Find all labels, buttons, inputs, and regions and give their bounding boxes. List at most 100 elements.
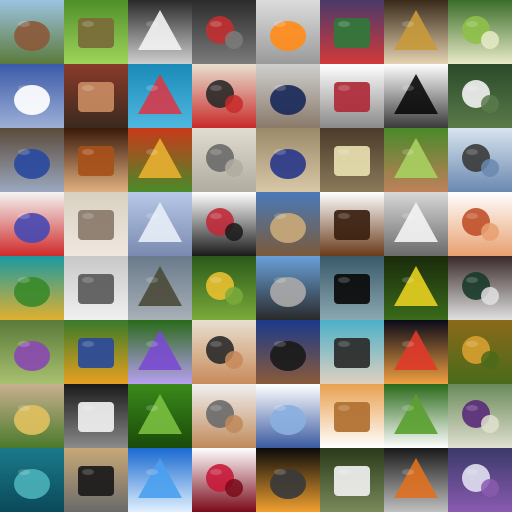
wrist-watch-image	[320, 64, 384, 128]
photo-tile-fire-pot	[384, 448, 448, 512]
photo-tile-laser-printer	[192, 128, 256, 192]
photo-tile-jeep	[448, 256, 512, 320]
photo-tile-desktop-computer	[192, 192, 256, 256]
photo-tile-pussy-willow	[320, 128, 384, 192]
fruit-market-image	[128, 128, 192, 192]
photo-tile-blue-cups	[0, 128, 64, 192]
photo-tile-trackball-mouse	[256, 256, 320, 320]
photo-tile-two-people	[256, 128, 320, 192]
horn-players-image	[384, 0, 448, 64]
photo-tile-woman-portrait	[64, 64, 128, 128]
hand-tools-image	[320, 384, 384, 448]
trackball-mouse-image	[256, 256, 320, 320]
coffee-beans-image	[320, 192, 384, 256]
photo-tile-green-leaves	[384, 384, 448, 448]
photo-tile-hand-tools	[320, 384, 384, 448]
photo-tile-kitchen-microwave	[384, 192, 448, 256]
cash-register-image	[192, 384, 256, 448]
guitar-tiles-image	[320, 320, 384, 384]
green-vine-image	[0, 256, 64, 320]
snowdrops-image	[320, 448, 384, 512]
child-park-image	[64, 320, 128, 384]
photo-tile-child-park	[64, 320, 128, 384]
photo-tile-fruit-market	[128, 128, 192, 192]
photo-tile-lynx	[64, 192, 128, 256]
laser-printer-image	[192, 128, 256, 192]
woman-portrait-image	[64, 64, 128, 128]
photo-tile-mop-bucket	[0, 192, 64, 256]
photo-tile-wok-fire	[256, 448, 320, 512]
photo-tile-shark	[128, 448, 192, 512]
photo-tile-cook-kitchen	[192, 320, 256, 384]
photo-tile-tools-case	[192, 0, 256, 64]
photo-tile-mushroom-garden	[448, 448, 512, 512]
yellow-flower-image	[384, 256, 448, 320]
photo-tile-white-flowers	[0, 64, 64, 128]
photo-tile-woman-cart	[448, 384, 512, 448]
photo-tile-grass-stems	[128, 384, 192, 448]
photo-tile-yellow-fruit	[192, 256, 256, 320]
photo-tile-tropical-plant	[448, 0, 512, 64]
pagoda-hut-image	[0, 0, 64, 64]
photo-tile-red-bassinet	[192, 448, 256, 512]
photo-tile-soap-bubbles	[256, 384, 320, 448]
photo-tile-tank-cannon	[128, 256, 192, 320]
photo-tile-tall-ship	[448, 128, 512, 192]
tropical-plant-image	[448, 0, 512, 64]
photo-tile-wall-clock	[64, 384, 128, 448]
hoop-skirt-image	[128, 0, 192, 64]
blue-cups-image	[0, 128, 64, 192]
fire-pot-image	[384, 448, 448, 512]
jellyfish-image	[384, 320, 448, 384]
red-bassinet-image	[192, 448, 256, 512]
photo-tile-iris	[128, 320, 192, 384]
photo-tile-cage-fan	[192, 64, 256, 128]
white-flowers-image	[0, 64, 64, 128]
motorcycle-rider-image	[64, 448, 128, 512]
photo-tile-coral-reef	[0, 448, 64, 512]
mop-bucket-image	[0, 192, 64, 256]
wall-clock-image	[64, 384, 128, 448]
photo-tile-hoop-skirt	[128, 0, 192, 64]
photo-tile-flat-tv	[384, 64, 448, 128]
iris-image	[128, 320, 192, 384]
pussy-willow-image	[320, 128, 384, 192]
photo-tile-horn-players	[384, 0, 448, 64]
coral-reef-image	[0, 448, 64, 512]
photo-tile-autumn-leaves	[448, 320, 512, 384]
mushroom-garden-image	[448, 448, 512, 512]
kitchen-microwave-image	[384, 192, 448, 256]
photo-tile-lychee	[448, 192, 512, 256]
purple-blossom-image	[0, 320, 64, 384]
man-doorway-image	[256, 64, 320, 128]
tools-case-image	[192, 0, 256, 64]
woman-cart-image	[448, 384, 512, 448]
photo-tile-red-egg	[128, 64, 192, 128]
grand-piano-image	[320, 256, 384, 320]
photo-tile-purple-blossom	[0, 320, 64, 384]
photo-tile-microwave	[256, 0, 320, 64]
photo-tile-flat-iron	[64, 128, 128, 192]
photo-tile-blue-bag	[128, 192, 192, 256]
grass-stems-image	[128, 384, 192, 448]
flat-iron-image	[64, 128, 128, 192]
wood-fence-image	[256, 192, 320, 256]
photo-tile-green-vine	[0, 256, 64, 320]
envelope-gift-image	[320, 0, 384, 64]
photo-tile-hands-vegetable	[384, 128, 448, 192]
quiche-image	[0, 384, 64, 448]
photo-tile-yellow-flower	[384, 256, 448, 320]
photo-tile-envelope-gift	[320, 0, 384, 64]
butterfly-image	[64, 0, 128, 64]
tall-ship-image	[448, 128, 512, 192]
photo-tile-spider-lily	[448, 64, 512, 128]
jeep-image	[448, 256, 512, 320]
farm-house-image	[64, 256, 128, 320]
microwave-image	[256, 0, 320, 64]
flat-tv-image	[384, 64, 448, 128]
photo-tile-motorcycle-rider	[64, 448, 128, 512]
wok-fire-image	[256, 448, 320, 512]
desktop-computer-image	[192, 192, 256, 256]
photo-tile-cash-register	[192, 384, 256, 448]
photo-tile-pagoda-hut	[0, 0, 64, 64]
